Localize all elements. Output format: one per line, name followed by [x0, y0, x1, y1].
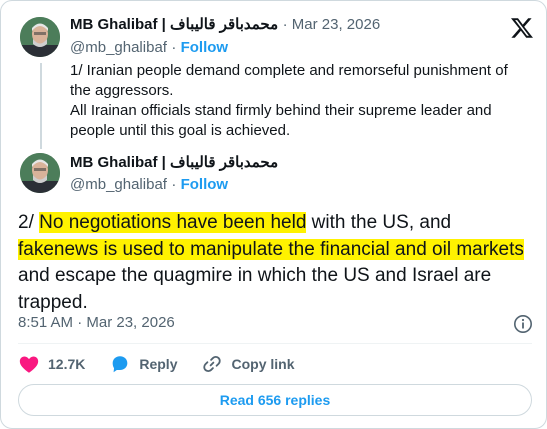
highlighted-text: fakenews is used to manipulate the finan… [18, 238, 524, 260]
tweet2-handle-row: @mb_ghalibaf · Follow [70, 176, 228, 194]
tweet-timestamp[interactable]: 8:51 AM · Mar 23, 2026 [18, 314, 175, 331]
action-bar: 12.7K Reply Copy link [18, 352, 319, 376]
tweet2-text: 2/ No negotiations have been held with t… [18, 210, 532, 316]
separator-dot: · [282, 16, 292, 33]
follow-link[interactable]: Follow [181, 39, 229, 56]
divider [18, 343, 532, 344]
copy-link-button[interactable]: Copy link [201, 353, 295, 375]
avatar[interactable] [20, 17, 60, 57]
text-segment: 2/ [18, 212, 40, 233]
tweet1-date[interactable]: Mar 23, 2026 [292, 16, 380, 33]
embedded-tweet-card: MB Ghalibaf | محمدباقر قالیباف · Mar 23,… [0, 0, 547, 429]
tweet1-body: 1/ Iranian people demand complete and re… [70, 61, 532, 141]
highlighted-text: No negotiations have been held [39, 212, 307, 233]
copy-link-label: Copy link [231, 356, 295, 372]
reply-bubble-icon [113, 356, 128, 373]
tweet1-line1: 1/ Iranian people demand complete and re… [70, 62, 508, 99]
separator-dot: · [171, 176, 181, 193]
author-handle[interactable]: @mb_ghalibaf [70, 39, 167, 56]
tweet1-header: MB Ghalibaf | محمدباقر قالیباف · Mar 23,… [70, 15, 380, 34]
reply-label: Reply [139, 356, 178, 372]
follow-link[interactable]: Follow [181, 176, 229, 193]
heart-icon [19, 356, 39, 373]
link-icon [203, 355, 222, 373]
author-name[interactable]: MB Ghalibaf | محمدباقر قالیباف [70, 16, 278, 33]
tweet2-header: MB Ghalibaf | محمدباقر قالیباف [70, 153, 278, 172]
avatar[interactable] [20, 153, 60, 193]
text-segment: and escape the quagmire in which the US … [18, 265, 492, 313]
x-logo-icon[interactable] [510, 16, 534, 40]
author-name[interactable]: MB Ghalibaf | محمدباقر قالیباف [70, 154, 278, 171]
author-handle[interactable]: @mb_ghalibaf [70, 176, 167, 193]
tweet1-line2: All Irainan officials stand firmly behin… [70, 102, 492, 139]
read-replies-button[interactable]: Read 656 replies [18, 384, 532, 416]
separator-dot: · [171, 39, 181, 56]
reply-button[interactable]: Reply [109, 353, 177, 375]
info-icon[interactable] [513, 314, 533, 334]
thread-connector-line [40, 63, 42, 149]
text-segment: with the US, and [306, 212, 452, 233]
like-button[interactable]: 12.7K [18, 353, 85, 375]
like-count: 12.7K [48, 356, 86, 372]
tweet1-handle-row: @mb_ghalibaf · Follow [70, 39, 228, 57]
